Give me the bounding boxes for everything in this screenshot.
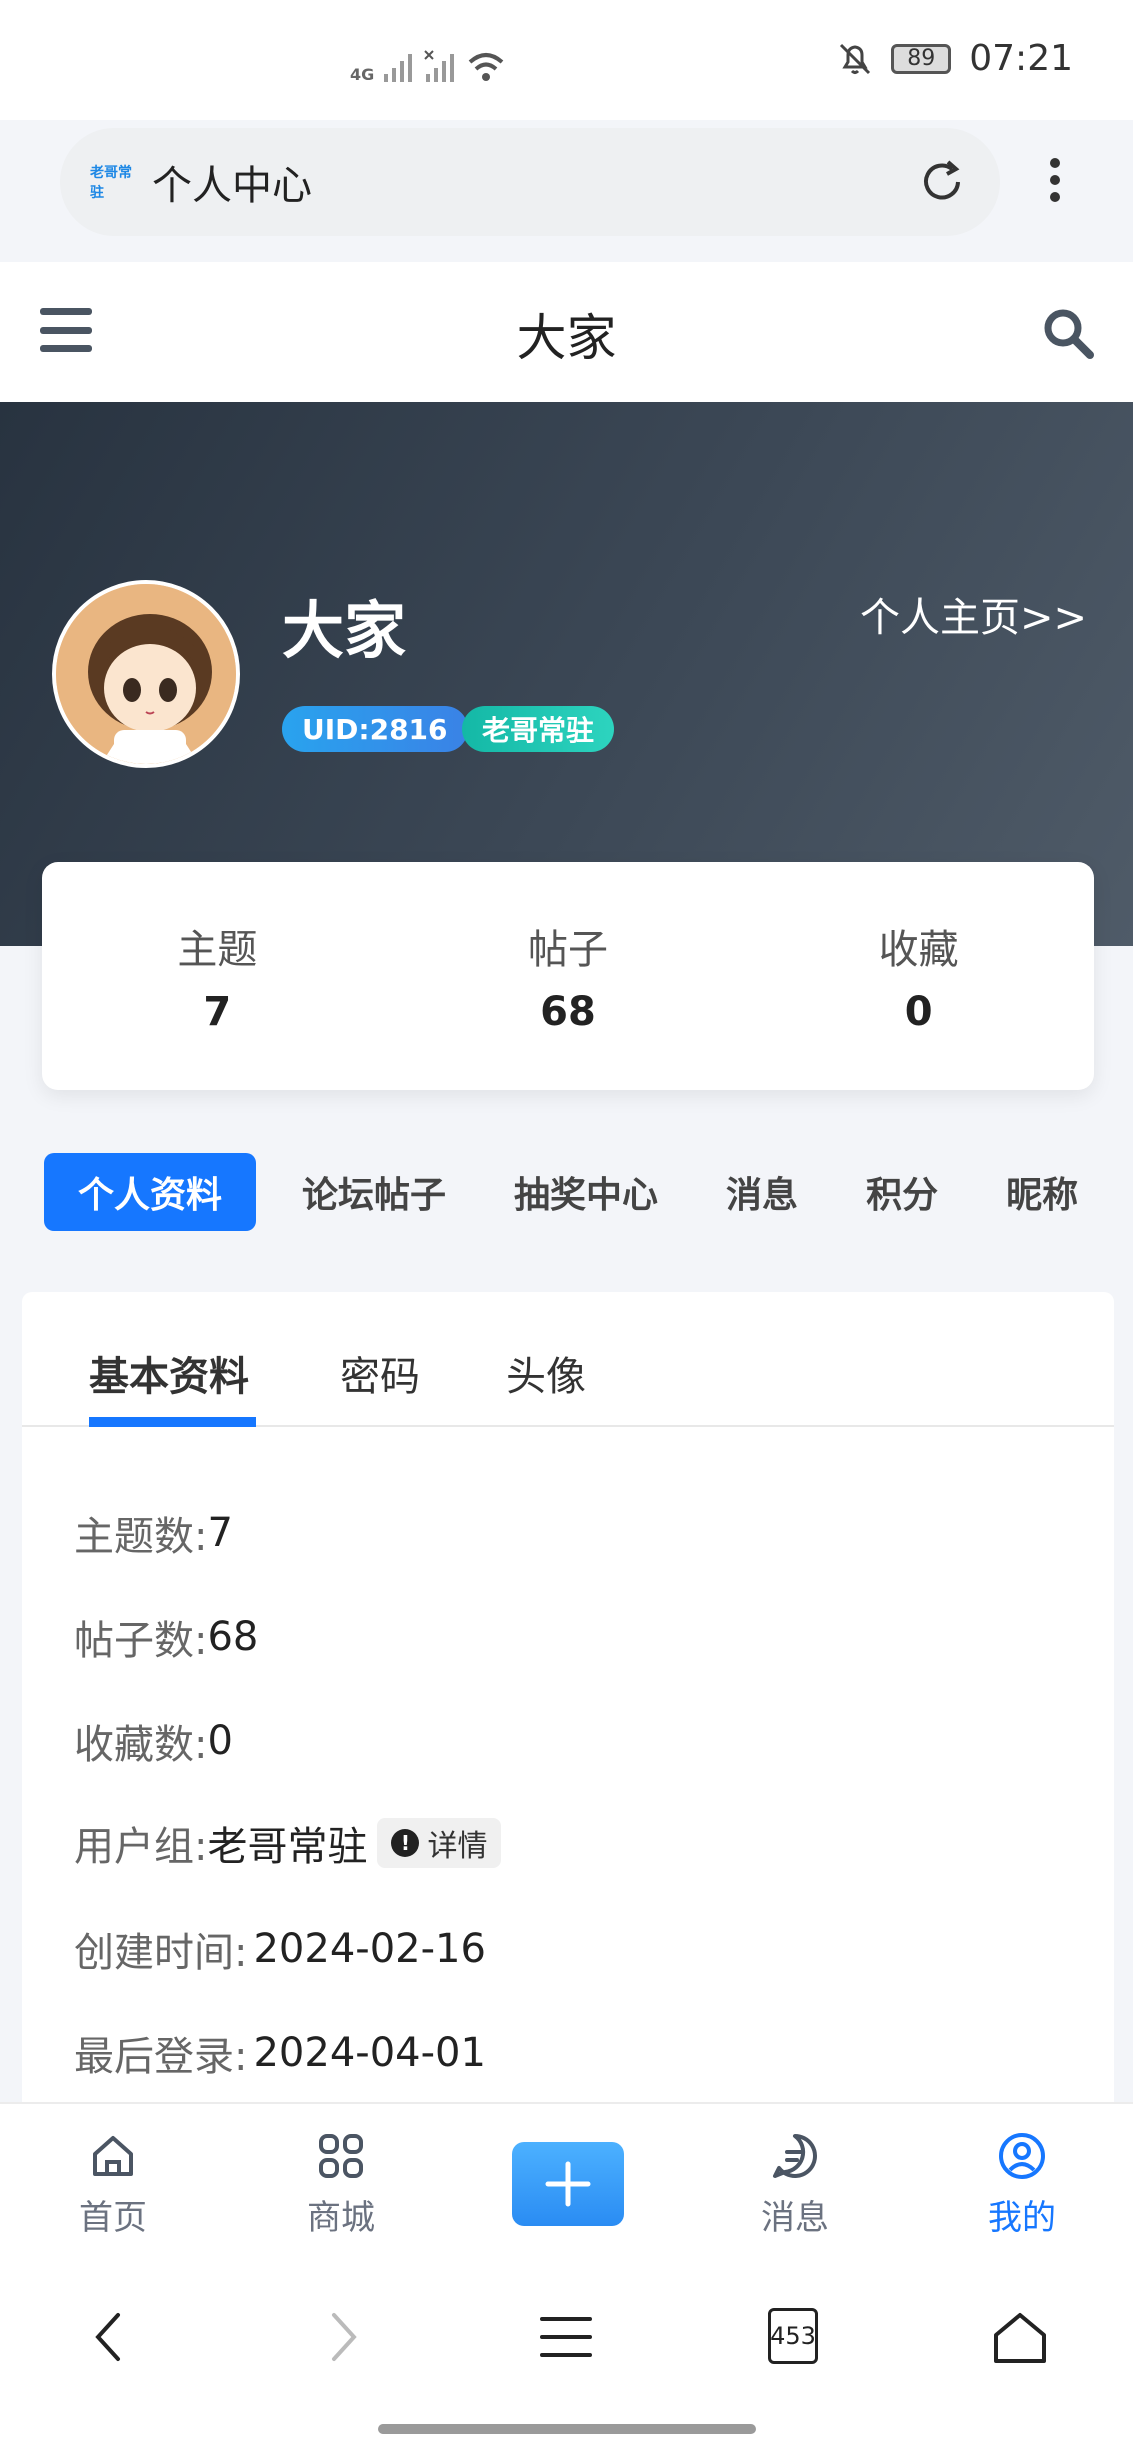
info-key: 创建时间: xyxy=(74,1930,248,1976)
info-value: 0 xyxy=(207,1718,233,1764)
detail-label: 详情 xyxy=(427,1829,488,1864)
menu-lines-icon[interactable] xyxy=(534,2305,598,2369)
info-value: 老哥常驻 xyxy=(207,1824,368,1870)
clock: 07:21 xyxy=(969,38,1073,79)
home-icon xyxy=(93,2136,133,2176)
stats-card: 主题 7 帖子 68 收藏 0 xyxy=(42,862,1094,1090)
signal-icon xyxy=(384,54,413,82)
info-value: 2024-04-01 xyxy=(253,2030,486,2076)
subtabs: 基本资料 密码 头像 xyxy=(22,1292,1114,1427)
info-favorites: 收藏数: 0 xyxy=(74,1712,233,1770)
forward-icon[interactable] xyxy=(310,2305,374,2369)
tab-points[interactable]: 积分 xyxy=(844,1153,960,1231)
nav-home[interactable]: 首页 xyxy=(43,2128,183,2239)
avatar[interactable] xyxy=(52,580,240,768)
tabs-count-button[interactable]: 453 xyxy=(768,2308,818,2364)
battery-indicator: 89 xyxy=(891,43,952,74)
info-key: 最后登录: xyxy=(74,2034,248,2080)
dot-icon xyxy=(1050,192,1060,202)
info-user-group: 用户组: 老哥常驻 ! 详情 xyxy=(74,1814,502,1872)
tab-profile[interactable]: 个人资料 xyxy=(44,1153,257,1231)
stat-label: 主题 xyxy=(177,927,258,973)
signal-no-sim-icon xyxy=(424,50,455,82)
search-icon[interactable] xyxy=(1040,305,1096,361)
tab-lottery[interactable]: 抽奖中心 xyxy=(492,1153,680,1231)
network-label: 4G xyxy=(350,65,375,84)
info-icon: ! xyxy=(391,1829,420,1857)
stat-value: 68 xyxy=(540,989,596,1035)
user-circle-icon xyxy=(999,2133,1045,2179)
profile-home-link[interactable]: 个人主页>> xyxy=(860,585,1087,643)
site-title: 大家 xyxy=(516,309,617,367)
stat-value: 0 xyxy=(904,989,933,1035)
info-value: 68 xyxy=(207,1614,259,1660)
bell-off-icon xyxy=(840,43,871,74)
dot-icon xyxy=(1050,175,1060,185)
site-logo: 老哥常驻 xyxy=(90,165,132,201)
plus-icon xyxy=(545,2161,591,2207)
subtab-active-indicator xyxy=(89,1417,256,1427)
browser-menu-button[interactable] xyxy=(1040,150,1070,210)
subtab-avatar[interactable]: 头像 xyxy=(506,1344,586,1402)
uid-badge: UID:2816 xyxy=(282,706,468,752)
network-indicators: 4G xyxy=(350,40,506,84)
wifi-icon xyxy=(468,53,504,81)
stat-topics[interactable]: 主题 7 xyxy=(42,862,393,1090)
info-last-login: 最后登录: 2024-04-01 xyxy=(74,2024,486,2082)
info-topics: 主题数: 7 xyxy=(74,1504,233,1562)
profile-tabs: 个人资料 论坛帖子 抽奖中心 消息 积分 昵称 xyxy=(44,1153,1133,1231)
nav-label: 首页 xyxy=(79,2198,147,2238)
tab-messages[interactable]: 消息 xyxy=(704,1153,820,1231)
avatar-image xyxy=(56,584,236,764)
stat-posts[interactable]: 帖子 68 xyxy=(393,862,744,1090)
grid-icon xyxy=(319,2134,363,2178)
gesture-bar xyxy=(378,2424,756,2434)
nav-messages[interactable]: 消息 xyxy=(725,2128,865,2239)
subtab-password[interactable]: 密码 xyxy=(340,1344,420,1402)
info-posts: 帖子数: 68 xyxy=(74,1608,258,1666)
nav-shop[interactable]: 商城 xyxy=(271,2128,411,2239)
nav-label: 商城 xyxy=(307,2198,375,2238)
group-detail-button[interactable]: ! 详情 xyxy=(377,1818,502,1868)
home-page-icon[interactable] xyxy=(988,2305,1052,2369)
dot-icon xyxy=(1050,158,1060,168)
stat-label: 收藏 xyxy=(878,927,959,973)
info-key: 主题数: xyxy=(74,1514,208,1560)
chat-icon xyxy=(773,2134,817,2178)
tab-nickname[interactable]: 昵称 xyxy=(984,1153,1100,1231)
nav-mine[interactable]: 我的 xyxy=(952,2128,1092,2239)
subtab-basic-info[interactable]: 基本资料 xyxy=(89,1344,249,1402)
address-bar[interactable]: 老哥常驻 个人中心 xyxy=(60,128,1000,236)
info-value: 7 xyxy=(207,1510,233,1556)
tab-forum-posts[interactable]: 论坛帖子 xyxy=(280,1153,468,1231)
nav-label: 我的 xyxy=(988,2198,1056,2238)
stat-label: 帖子 xyxy=(528,927,608,973)
nav-label: 消息 xyxy=(761,2198,829,2238)
user-name: 大家 xyxy=(282,594,407,667)
info-key: 收藏数: xyxy=(74,1722,208,1768)
info-key: 帖子数: xyxy=(74,1618,208,1664)
info-key: 用户组: xyxy=(74,1824,208,1870)
reload-icon[interactable] xyxy=(914,154,970,210)
back-icon[interactable] xyxy=(78,2305,142,2369)
post-button[interactable] xyxy=(512,2142,624,2226)
info-value: 2024-02-16 xyxy=(253,1926,486,1972)
status-right: 89 07:21 xyxy=(837,38,1073,79)
address-bar-title: 个人中心 xyxy=(152,163,312,209)
group-badge: 老哥常驻 xyxy=(462,706,615,752)
stat-favorites[interactable]: 收藏 0 xyxy=(743,862,1094,1090)
info-created: 创建时间: 2024-02-16 xyxy=(74,1920,486,1978)
stat-value: 7 xyxy=(203,989,232,1035)
